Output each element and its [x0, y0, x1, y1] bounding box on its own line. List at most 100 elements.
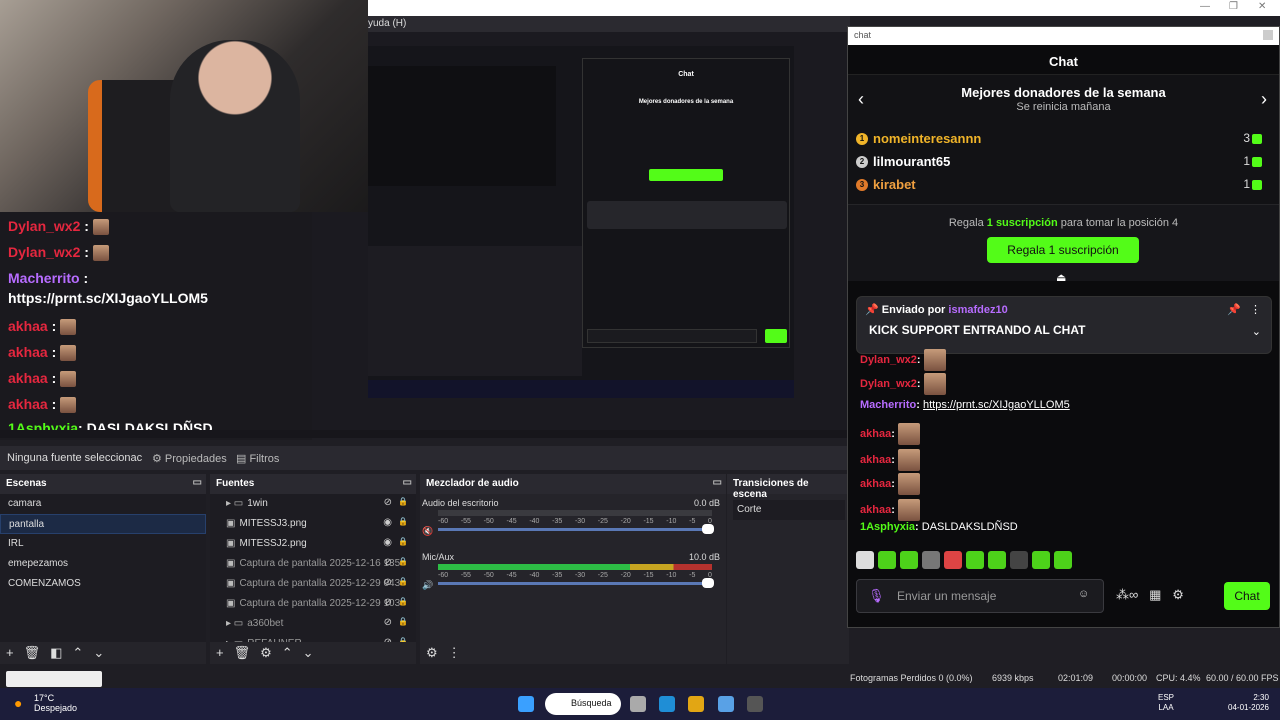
- gift-subscription-button[interactable]: Regala 1 suscripción: [987, 237, 1139, 263]
- add-scene-icon[interactable]: +: [6, 645, 14, 660]
- transition-select[interactable]: Corte: [733, 500, 845, 520]
- minimize-icon[interactable]: —: [1200, 1, 1210, 12]
- move-up-icon[interactable]: ⌃: [72, 645, 83, 660]
- emote[interactable]: [922, 551, 940, 569]
- chat-username[interactable]: 1Asphyxia: [860, 521, 915, 533]
- slider-handle[interactable]: [702, 578, 714, 588]
- mic-icon[interactable]: 🎙: [868, 588, 885, 604]
- scene-item[interactable]: camara: [0, 494, 206, 514]
- emote[interactable]: [1054, 551, 1072, 569]
- kick-icon[interactable]: ⁂∞: [1116, 587, 1138, 602]
- lock-icon[interactable]: 🔒: [398, 537, 408, 546]
- emote[interactable]: [1010, 551, 1028, 569]
- move-up-icon[interactable]: ⌃: [282, 645, 293, 660]
- properties-button[interactable]: ⚙ Propiedades: [152, 452, 227, 465]
- source-item[interactable]: ▣ Captura de pantalla 2025-12-29 043 ⊘ 🔒: [210, 574, 416, 594]
- donor-row[interactable]: 3 kirabet 1: [856, 177, 1268, 197]
- chrome-icon[interactable]: [688, 696, 704, 712]
- emote[interactable]: [944, 551, 962, 569]
- emote[interactable]: [966, 551, 984, 569]
- expand-icon[interactable]: ⌄: [1252, 325, 1261, 338]
- scene-item[interactable]: COMENZAMOS: [0, 574, 206, 594]
- visibility-icon[interactable]: ◉: [383, 537, 392, 548]
- pin-icon[interactable]: 📌: [1227, 303, 1241, 316]
- menu-help[interactable]: yuda (H): [368, 18, 406, 29]
- source-item[interactable]: ▸ ▭ a360bet ⊘ 🔒: [210, 614, 416, 634]
- volume-slider[interactable]: [438, 524, 714, 534]
- lock-icon[interactable]: 🔒: [398, 497, 408, 506]
- source-item[interactable]: ▣ MITESSJ2.png ◉ 🔒: [210, 534, 416, 554]
- preview-scrollbar[interactable]: [0, 430, 850, 438]
- chat-message[interactable]: akhaa:: [860, 499, 920, 521]
- emote[interactable]: [900, 551, 918, 569]
- visibility-icon[interactable]: ◉: [383, 517, 392, 528]
- source-settings-icon[interactable]: ⚙: [260, 645, 272, 660]
- clock[interactable]: 2:30 04-01-2026: [1228, 693, 1269, 713]
- volume-slider[interactable]: [438, 578, 714, 588]
- chat-username[interactable]: akhaa: [860, 504, 891, 516]
- donor-row[interactable]: 2 lilmourant65 1: [856, 154, 1268, 174]
- speaker-icon[interactable]: 🔊: [422, 580, 433, 591]
- slider-handle[interactable]: [702, 524, 714, 534]
- message-input[interactable]: Enviar un mensaje: [856, 579, 1104, 613]
- emoji-icon[interactable]: ☺: [1078, 588, 1089, 600]
- weather-widget[interactable]: ● 17°C Despejado: [14, 693, 77, 713]
- filters-button[interactable]: ▤ Filtros: [236, 452, 279, 465]
- dock-menu-icon[interactable]: ▭: [193, 477, 202, 488]
- close-icon[interactable]: [1263, 30, 1273, 40]
- maximize-icon[interactable]: ❐: [1229, 1, 1238, 12]
- chat-message[interactable]: Macherrito: https://prnt.sc/XIJgaoYLLOM5: [860, 399, 1070, 411]
- emote[interactable]: [988, 551, 1006, 569]
- task-view-icon[interactable]: [630, 696, 646, 712]
- dock-menu-icon[interactable]: ▭: [403, 477, 412, 488]
- close-icon[interactable]: ✕: [1258, 1, 1266, 12]
- chat-message[interactable]: Dylan_wx2:: [860, 373, 946, 395]
- visibility-icon[interactable]: ⊘: [384, 617, 392, 628]
- start-icon[interactable]: [518, 696, 534, 712]
- lock-icon[interactable]: 🔒: [398, 557, 408, 566]
- source-item[interactable]: ▣ MITESSJ3.png ◉ 🔒: [210, 514, 416, 534]
- source-item[interactable]: ▸ ▭ 1win ⊘ 🔒: [210, 494, 416, 514]
- chat-message[interactable]: 1Asphyxia: DASLDAKSLDÑSD: [860, 521, 1018, 533]
- visibility-icon[interactable]: ⊘: [384, 577, 392, 588]
- edge-icon[interactable]: [659, 696, 675, 712]
- emote[interactable]: [856, 551, 874, 569]
- more-options-icon[interactable]: ⋮: [1250, 303, 1261, 316]
- chat-message[interactable]: akhaa:: [860, 473, 920, 495]
- move-down-icon[interactable]: ⌄: [93, 645, 104, 660]
- remove-scene-icon[interactable]: 🗑: [24, 645, 41, 660]
- language-indicator[interactable]: ESP LAA: [1158, 693, 1174, 713]
- chat-message[interactable]: akhaa:: [860, 423, 920, 445]
- visibility-icon[interactable]: ⊘: [384, 557, 392, 568]
- donor-row[interactable]: 1 nomeinteresannn 3: [856, 131, 1268, 151]
- chat-message[interactable]: Dylan_wx2:: [860, 349, 946, 371]
- lock-icon[interactable]: 🔒: [398, 597, 408, 606]
- visibility-icon[interactable]: ⊘: [384, 497, 392, 508]
- mini-window[interactable]: [6, 671, 102, 687]
- emote[interactable]: [878, 551, 896, 569]
- chat-username[interactable]: Dylan_wx2: [860, 354, 917, 366]
- mixer-menu-icon[interactable]: ⋮: [448, 645, 461, 660]
- advanced-audio-icon[interactable]: ⚙: [426, 645, 438, 660]
- obs-icon[interactable]: [747, 696, 763, 712]
- scene-filters-icon[interactable]: ◧: [50, 645, 62, 660]
- lock-icon[interactable]: 🔒: [398, 517, 408, 526]
- lock-icon[interactable]: 🔒: [398, 617, 408, 626]
- dock-menu-icon[interactable]: ▭: [713, 477, 722, 488]
- gift-icon[interactable]: ▦: [1149, 587, 1161, 602]
- chat-message[interactable]: akhaa:: [860, 449, 920, 471]
- chat-link[interactable]: https://prnt.sc/XIJgaoYLLOM5: [923, 399, 1070, 411]
- lock-icon[interactable]: 🔒: [398, 577, 408, 586]
- chat-username[interactable]: Macherrito: [860, 399, 916, 411]
- settings-icon[interactable]: ⚙: [1172, 587, 1184, 602]
- muted-speaker-icon[interactable]: 🔇: [422, 526, 433, 537]
- emote[interactable]: [1032, 551, 1050, 569]
- visibility-icon[interactable]: ⊘: [384, 597, 392, 608]
- collapse-icon[interactable]: ⏏: [1056, 271, 1066, 284]
- chat-username[interactable]: akhaa: [860, 478, 891, 490]
- scene-item[interactable]: pantalla: [0, 514, 206, 534]
- chat-username[interactable]: akhaa: [860, 428, 891, 440]
- scene-item[interactable]: IRL: [0, 534, 206, 554]
- notepad-icon[interactable]: [718, 696, 734, 712]
- scene-item[interactable]: emepezamos: [0, 554, 206, 574]
